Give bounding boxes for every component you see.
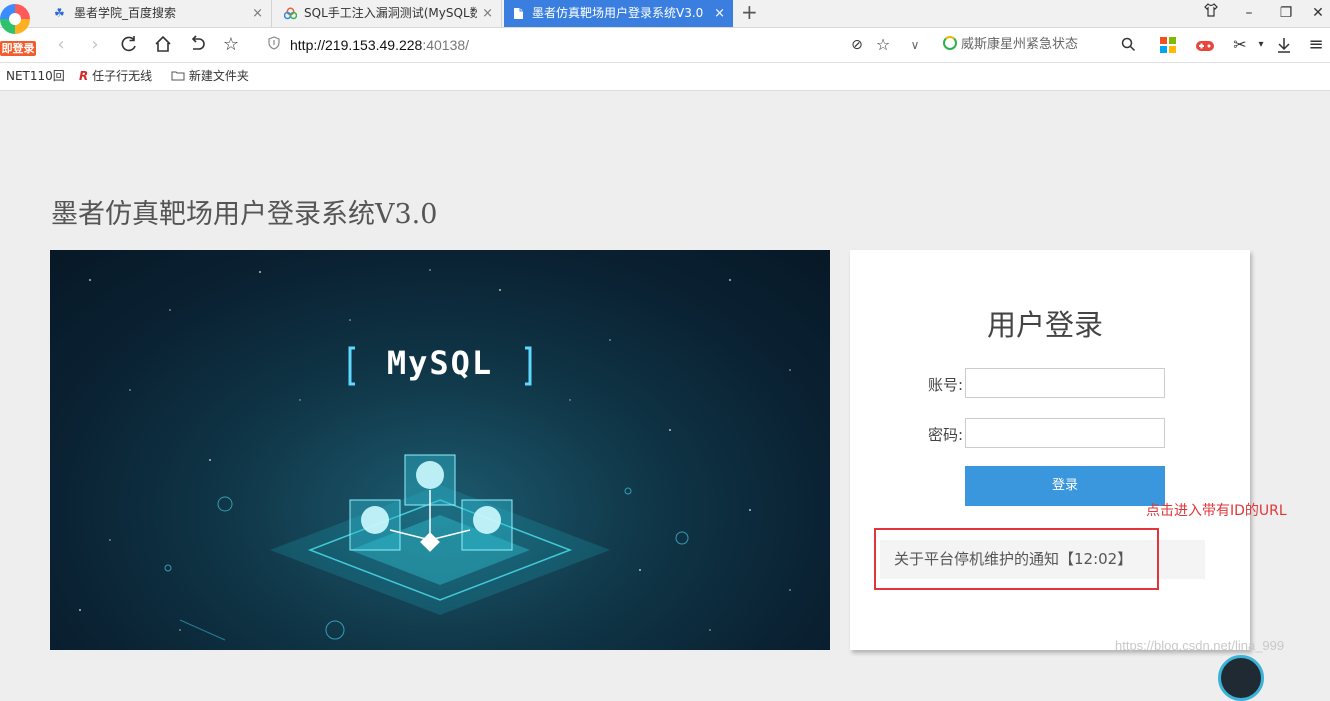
apps-grid-icon[interactable] — [1160, 37, 1176, 53]
login-heading: 用户登录 — [986, 308, 1103, 342]
mysql-banner-image: MySQL — [50, 250, 830, 650]
annotation-text: 点击进入带有ID的URL — [1146, 503, 1287, 519]
renzixing-logo-icon: R — [79, 69, 89, 83]
page-title: 墨者仿真靶场用户登录系统V3.0 — [51, 199, 438, 230]
tab-bar: ☘ 墨者学院_百度搜索 × SQL手工注入漏洞测试(MySQL数据库) × 墨者… — [0, 0, 1330, 28]
close-window-icon[interactable]: ✕ — [1303, 0, 1330, 27]
password-label: 密码: — [928, 426, 964, 444]
bookmark-star-icon[interactable]: ☆ — [219, 28, 243, 62]
news-text: 威斯康星州紧急状态 — [961, 37, 1079, 52]
browser-logo[interactable]: 即登录 — [0, 0, 44, 60]
bookmarks-bar: NET110回 R 任子行无线 新建文件夹 — [0, 63, 1330, 91]
url-port-path: :40138/ — [422, 37, 470, 53]
game-controller-icon[interactable] — [1193, 28, 1217, 62]
document-icon — [514, 8, 523, 19]
restore-icon[interactable]: ❐ — [1271, 0, 1301, 27]
reader-mode-icon[interactable]: ⊘ — [845, 28, 869, 62]
shirt-skin-icon[interactable] — [1196, 0, 1226, 27]
close-icon[interactable]: × — [252, 0, 263, 27]
search-icon[interactable] — [1116, 28, 1140, 62]
bookmark-label: 任子行无线 — [92, 69, 153, 83]
url-host: http://219.153.49.228 — [290, 37, 423, 53]
address-bar[interactable]: http://219.153.49.228:40138/ — [290, 28, 469, 62]
tab-login-system-active[interactable]: 墨者仿真靶场用户登录系统V3.0 × — [504, 0, 733, 27]
tab-title: SQL手工注入漏洞测试(MySQL数据库) — [304, 6, 477, 20]
cloud-icon — [284, 7, 297, 20]
undo-close-tab-icon[interactable] — [185, 28, 209, 62]
account-input[interactable] — [965, 368, 1165, 398]
back-icon[interactable]: ‹ — [49, 28, 73, 62]
bookmark-item[interactable]: R 任子行无线 — [79, 63, 152, 90]
navigation-bar: ‹ › ☆ http://219.153.49.228:40138/ ⊘ ☆ ∨… — [0, 28, 1330, 63]
minimize-icon[interactable]: – — [1234, 0, 1264, 27]
browser-logo-icon — [0, 4, 30, 34]
tab-baidu-search[interactable]: ☘ 墨者学院_百度搜索 × — [46, 0, 272, 27]
banner-artwork — [79, 269, 791, 641]
tab-title: 墨者学院_百度搜索 — [74, 6, 177, 20]
tab-title: 墨者仿真靶场用户登录系统V3.0 — [532, 6, 704, 20]
password-input[interactable] — [965, 418, 1165, 448]
close-icon[interactable]: × — [714, 0, 725, 27]
forward-icon[interactable]: › — [83, 28, 107, 62]
account-label: 账号: — [928, 376, 964, 394]
watermark: https://blog.csdn.net/lina_999 — [1115, 638, 1285, 653]
login-button[interactable]: 登录 — [965, 466, 1165, 506]
bookmark-label: 新建文件夹 — [188, 69, 249, 83]
annotation-highlight-box — [874, 528, 1159, 590]
news-ring-icon — [943, 36, 957, 50]
login-badge[interactable]: 即登录 — [0, 41, 36, 56]
folder-icon — [171, 71, 185, 81]
chevron-down-icon[interactable]: ∨ — [903, 28, 927, 62]
tab-sql-injection-test[interactable]: SQL手工注入漏洞测试(MySQL数据库) × — [276, 0, 502, 27]
new-tab-button[interactable]: + — [741, 0, 758, 25]
download-icon[interactable] — [1272, 28, 1296, 62]
home-icon[interactable] — [151, 28, 175, 62]
floating-widget-icon[interactable] — [1218, 655, 1264, 701]
security-shield-icon[interactable] — [268, 36, 280, 54]
screenshot-dropdown-icon[interactable]: ▾ — [1249, 28, 1273, 62]
banner-mysql-text: MySQL — [386, 344, 494, 382]
favorite-star-icon[interactable]: ☆ — [871, 28, 895, 62]
reload-icon[interactable] — [117, 28, 141, 62]
news-ticker[interactable]: 威斯康星州紧急状态 — [943, 28, 1078, 62]
menu-icon[interactable]: ≡ — [1304, 28, 1328, 62]
baidu-paw-icon: ☘ — [54, 6, 65, 20]
bookmark-item[interactable]: NET110回 — [6, 63, 65, 90]
login-panel: 用户登录 账号: 密码: 登录 关于平台停机维护的通知【12:02】 — [850, 250, 1250, 650]
bookmark-folder[interactable]: 新建文件夹 — [171, 63, 249, 90]
close-icon[interactable]: × — [482, 0, 493, 27]
